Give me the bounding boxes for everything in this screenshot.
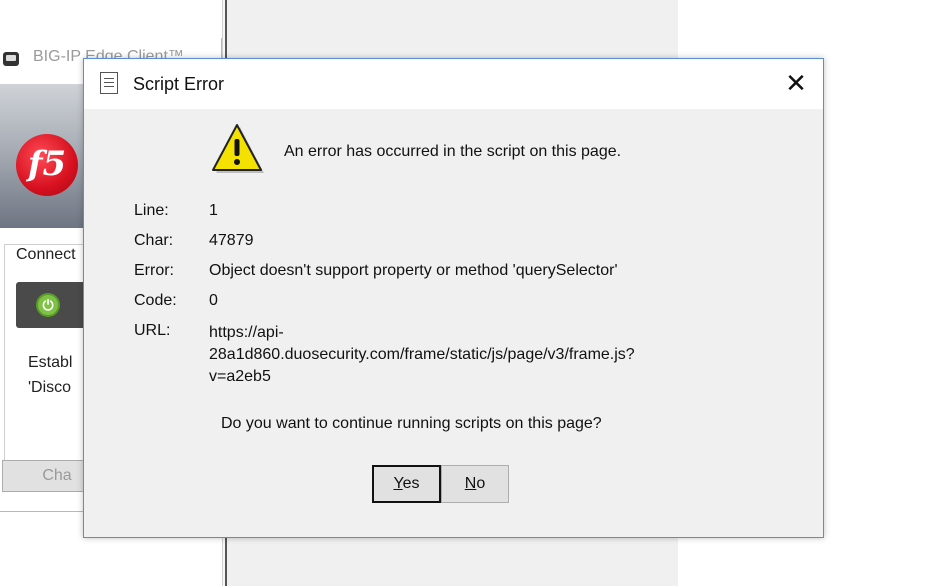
error-label: Error:	[134, 262, 174, 279]
char-value: 47879	[209, 232, 254, 249]
code-value: 0	[209, 292, 218, 309]
yes-label-rest: es	[402, 475, 420, 492]
f5-logo: f5	[16, 134, 78, 196]
power-icon: ⏻	[36, 293, 60, 317]
connection-group-label: Connect	[14, 246, 78, 264]
warning-icon	[212, 124, 264, 173]
url-value: https://api- 28a1d860.duosecurity.com/fr…	[209, 324, 635, 385]
script-error-dialog: Script Error ✕ An error has occurred in …	[83, 58, 824, 538]
url-label: URL:	[134, 322, 171, 339]
char-label: Char:	[134, 232, 174, 249]
error-message: An error has occurred in the script on t…	[284, 143, 622, 160]
no-mnemonic: N	[464, 475, 477, 492]
yes-button[interactable]: Yes	[372, 465, 441, 503]
dialog-title: Script Error	[133, 74, 225, 94]
bigip-app-icon	[3, 52, 19, 66]
code-label: Code:	[134, 292, 177, 309]
connect-power-button[interactable]: ⏻	[16, 282, 86, 328]
no-label-rest: o	[476, 475, 486, 492]
connection-status-text: Establ 'Disco	[28, 354, 73, 396]
yes-mnemonic: Y	[393, 475, 403, 492]
close-icon[interactable]: ✕	[776, 67, 816, 101]
line-value: 1	[209, 202, 218, 219]
line-label: Line:	[134, 202, 169, 219]
continue-question: Do you want to continue running scripts …	[221, 415, 602, 432]
error-value: Object doesn't support property or metho…	[209, 262, 618, 279]
document-icon	[100, 72, 118, 94]
no-button[interactable]: No	[441, 465, 509, 503]
dialog-titlebar: Script Error ✕	[84, 59, 823, 109]
